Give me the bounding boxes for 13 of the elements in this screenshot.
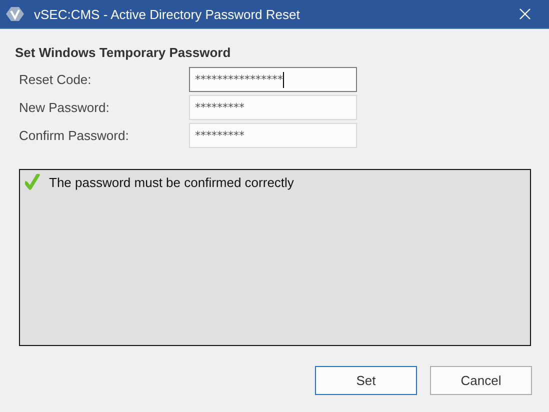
cancel-button[interactable]: Cancel bbox=[430, 366, 532, 395]
set-button[interactable]: Set bbox=[315, 366, 417, 395]
password-field[interactable]: **************** bbox=[189, 67, 357, 92]
password-field[interactable]: ********* bbox=[189, 95, 357, 120]
password-field[interactable]: ********* bbox=[189, 123, 357, 148]
field-label: Reset Code: bbox=[19, 72, 92, 87]
app-logo-icon bbox=[6, 6, 24, 22]
field-label: New Password: bbox=[19, 100, 110, 115]
message-text: The password must be confirmed correctly bbox=[49, 174, 294, 190]
field-label: Confirm Password: bbox=[19, 128, 130, 143]
section-heading: Set Windows Temporary Password bbox=[15, 45, 232, 62]
close-icon[interactable] bbox=[519, 8, 531, 20]
window-title: vSEC:CMS - Active Directory Password Reset bbox=[34, 6, 301, 22]
